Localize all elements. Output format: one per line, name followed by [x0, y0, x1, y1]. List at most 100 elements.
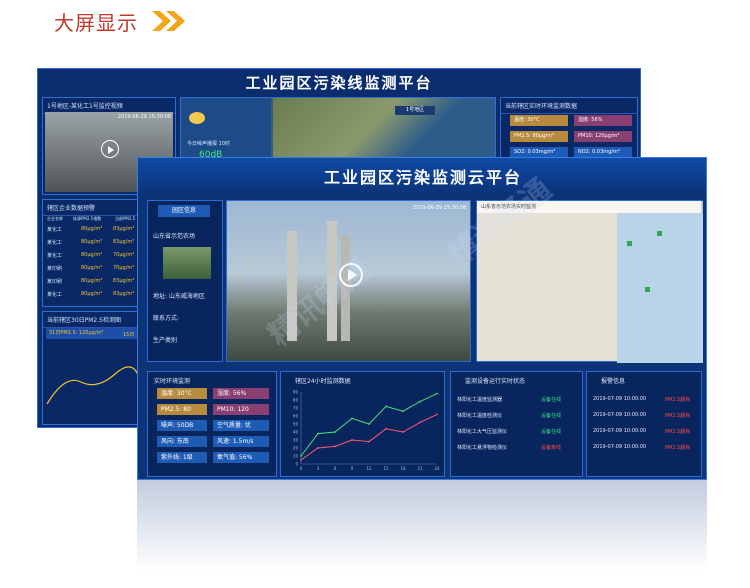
alarm-type[interactable]: PM2.5超标 [665, 444, 690, 451]
back-warn-header-2: 当前PM2.5 [115, 216, 136, 221]
series-point [368, 423, 370, 425]
front-area-tab[interactable]: 园区信息 [158, 205, 210, 217]
map-marker[interactable] [627, 241, 632, 246]
front-device-panel: 监测设备运行实时状态 林阳化工温度监测器 设备在线 林阳化工温度检测仪 设备在线 林阳化… [450, 371, 583, 477]
front-env-tag: 温度: 30°C [157, 388, 207, 399]
back-title: 工业园区污染线监测平台 [245, 73, 433, 92]
back-warn-base: 80μg/m³ [81, 265, 103, 271]
back-warn-company: 某印刷 [47, 266, 63, 272]
back-warn-base: 80μg/m³ [81, 278, 103, 284]
chimney-3 [341, 236, 350, 341]
back-warn-title: 辖区企业数据预警 [43, 200, 137, 216]
front-area-name: 山东省示范农场 [153, 233, 196, 240]
back-warn-panel: 辖区企业数据预警 企业名称 炼源PM2.5指数 当前PM2.5 某化工 80μg/… [42, 199, 138, 307]
front-chart-title: 辖区24小时监测数据 [295, 378, 351, 385]
chimney-2 [327, 221, 337, 341]
y-tick-label: 80 [293, 398, 299, 403]
series-point [402, 431, 404, 433]
front-video-panel[interactable]: 2019-06-29 15:30:08 [226, 200, 471, 362]
front-alarm-panel: 报警信息 2019-07-09 10:00:00 PM2.5超标 2019-07-0… [586, 371, 702, 477]
alarm-type[interactable]: PM2.5超标 [665, 428, 690, 435]
front-chart-panel: 辖区24小时监测数据 0 10 20 30 40 50 60 70 80 90 0 3 6 9 12 15 18… [280, 371, 445, 477]
front-map-panel[interactable]: 山东省示范农场实时监测 [476, 200, 703, 363]
front-dashboard-screen: 工业园区污染监测云平台 园区信息 山东省示范农场 地址: 山东威海地区 联系方式… [137, 157, 707, 480]
y-tick-label: 60 [293, 414, 299, 419]
back-title-bar: 工业园区污染线监测平台 [38, 69, 640, 95]
series-point [436, 413, 438, 416]
map-marker[interactable] [657, 231, 662, 236]
back-noise-label: 今日噪声播报 10时 [187, 141, 230, 147]
x-tick-label: 9 [351, 466, 354, 471]
series-point [436, 392, 438, 395]
series-point [385, 405, 387, 408]
front-env-title: 实时环境监测 [154, 378, 191, 385]
front-area-panel: 园区信息 山东省示范农场 地址: 山东威海地区 联系方式: 生产类别 [147, 200, 223, 362]
back-env-temp: 温度: 30°C [510, 115, 568, 126]
back-warn-base: 80μg/m³ [81, 239, 103, 245]
x-tick-label: 24 [434, 466, 440, 471]
front-device-title: 监测设备运行实时状态 [465, 378, 526, 385]
front-env-tag: PM2.5: 80 [157, 404, 207, 415]
device-status: 设备离线 [541, 445, 562, 451]
front-address: 地址: 山东威海地区 [153, 293, 205, 300]
back-play-triangle-icon [108, 146, 114, 154]
alarm-time: 2019-07-09 10:00:00 [593, 444, 647, 450]
x-tick-label: 3 [317, 466, 320, 471]
alarm-type[interactable]: PM2.5超标 [665, 396, 690, 403]
device-status: 设备在线 [541, 397, 562, 403]
y-tick-label: 50 [293, 422, 299, 427]
x-tick-label: 6 [334, 466, 337, 471]
chimney-1 [287, 231, 297, 341]
back-warn-current: 70μg/m³ [113, 265, 135, 271]
front-play-triangle-icon [348, 269, 357, 281]
y-tick-label: 20 [293, 446, 299, 451]
series-point [419, 400, 421, 403]
back-pm-curve [46, 366, 140, 405]
back-warn-company: 某化工 [47, 292, 63, 298]
back-warn-header-0: 企业名称 [47, 216, 63, 221]
front-env-tag: 湿度: 56% [213, 388, 269, 399]
y-tick-label: 40 [293, 430, 299, 435]
front-map-note: 山东省示范农场实时监测 [477, 201, 703, 213]
back-env-pm10: PM10: 120μg/m³ [574, 131, 632, 142]
series-line-1 [300, 413, 438, 461]
map-marker[interactable] [645, 287, 650, 292]
y-tick-label: 0 [295, 462, 298, 467]
back-warn-base: 80μg/m³ [81, 252, 103, 258]
alarm-time: 2019-07-09 10:00:00 [593, 412, 647, 418]
front-env-tag: 风向: 东南 [157, 436, 207, 447]
front-alarm-title: 报警信息 [601, 378, 626, 385]
back-warn-header-1: 炼源PM2.5指数 [73, 216, 102, 221]
series-point [317, 432, 319, 435]
alarm-type[interactable]: PM2.5超标 [665, 412, 690, 419]
sun-icon [189, 112, 205, 124]
front-title: 工业园区污染监测云平台 [323, 168, 522, 187]
back-warn-current: 83μg/m³ [113, 291, 135, 297]
back-video-time: 2019-06-29 15:30:08 [117, 114, 171, 120]
back-env-humidity: 湿度: 56% [574, 115, 632, 126]
device-name: 林阳化工悬浮物检测仪 [457, 445, 508, 451]
x-tick-label: 15 [383, 466, 389, 471]
device-status: 设备在线 [541, 429, 562, 435]
series-point [300, 459, 302, 461]
screen-reflection [137, 480, 707, 588]
alarm-time: 2019-07-09 10:00:00 [593, 428, 647, 434]
front-env-tag: 空气质量: 优 [213, 420, 269, 431]
front-env-tag: 氧气值: 56% [213, 452, 269, 463]
front-env-tag: 紫外线: 1级 [157, 452, 207, 463]
back-warn-current: 83μg/m³ [113, 278, 135, 284]
back-pm-day2: 15日 [123, 332, 135, 338]
front-env-tag: 风速: 1.5m/s [213, 436, 269, 447]
series-point [419, 421, 421, 424]
x-tick-label: 12 [366, 466, 372, 471]
back-env-title: 当前辖区实时环境监测数据 [501, 98, 637, 114]
front-product: 生产类别 [153, 337, 178, 344]
series-point [351, 439, 353, 441]
back-map-label: 1号地区 [395, 106, 435, 115]
front-area-photo [163, 247, 211, 279]
back-warn-company: 某化工 [47, 240, 63, 246]
back-warn-company: 某化工 [47, 253, 63, 259]
x-tick-label: 18 [400, 466, 406, 471]
series-point [402, 410, 404, 413]
series-point [351, 417, 353, 420]
